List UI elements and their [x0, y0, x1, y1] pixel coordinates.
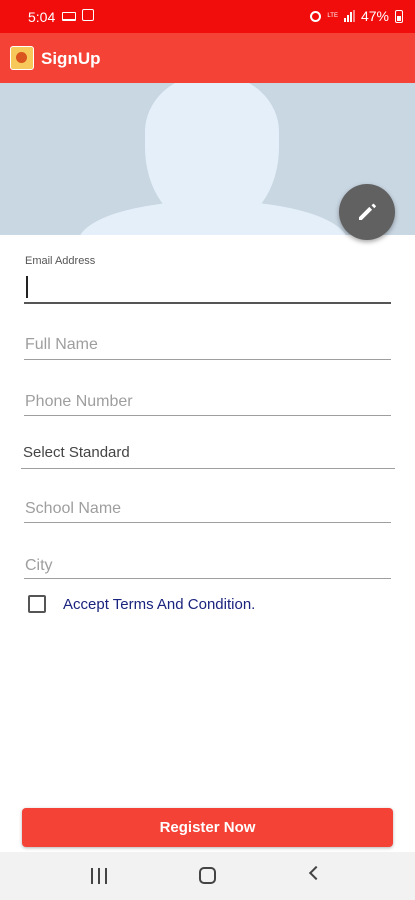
network-type: LTE [327, 12, 338, 19]
status-bar: 5:04 LTE 47% [0, 0, 415, 33]
back-icon[interactable] [308, 865, 324, 881]
email-field[interactable] [24, 302, 391, 304]
full-name-field[interactable]: Full Name [25, 336, 98, 354]
school-name-underline [24, 522, 391, 523]
terms-checkbox[interactable] [28, 595, 46, 613]
recents-icon[interactable] [91, 868, 107, 884]
avatar-silhouette-head [145, 83, 279, 225]
shopping-bag-icon [82, 9, 94, 21]
home-icon[interactable] [199, 867, 216, 884]
standard-select[interactable]: Select Standard [23, 444, 130, 461]
email-label: Email Address [25, 255, 96, 267]
app-logo-icon [10, 46, 34, 70]
full-name-underline [24, 359, 391, 360]
register-button[interactable]: Register Now [22, 808, 393, 847]
laptop-icon [62, 11, 76, 21]
page-title: SignUp [41, 49, 101, 68]
battery-percent: 47% [360, 8, 389, 24]
standard-select-underline [21, 468, 395, 469]
signup-screen: 5:04 LTE 47% SignUp Email Address Full N… [0, 0, 415, 900]
terms-label[interactable]: Accept Terms And Condition. [63, 596, 255, 613]
pencil-icon [359, 203, 376, 220]
status-time: 5:04 [28, 9, 56, 25]
app-bar: SignUp [0, 33, 415, 83]
system-nav-bar [0, 852, 415, 900]
phone-number-field[interactable]: Phone Number [25, 393, 133, 411]
signal-icon [343, 10, 355, 22]
city-underline [24, 578, 391, 579]
battery-icon [395, 9, 403, 23]
edit-photo-button[interactable] [339, 184, 395, 240]
status-right: LTE 47% [310, 8, 403, 24]
phone-number-underline [24, 415, 391, 416]
alarm-icon [310, 10, 322, 22]
status-left-icons [62, 9, 94, 22]
text-cursor [26, 276, 28, 298]
city-field[interactable]: City [25, 557, 53, 575]
school-name-field[interactable]: School Name [25, 500, 121, 518]
